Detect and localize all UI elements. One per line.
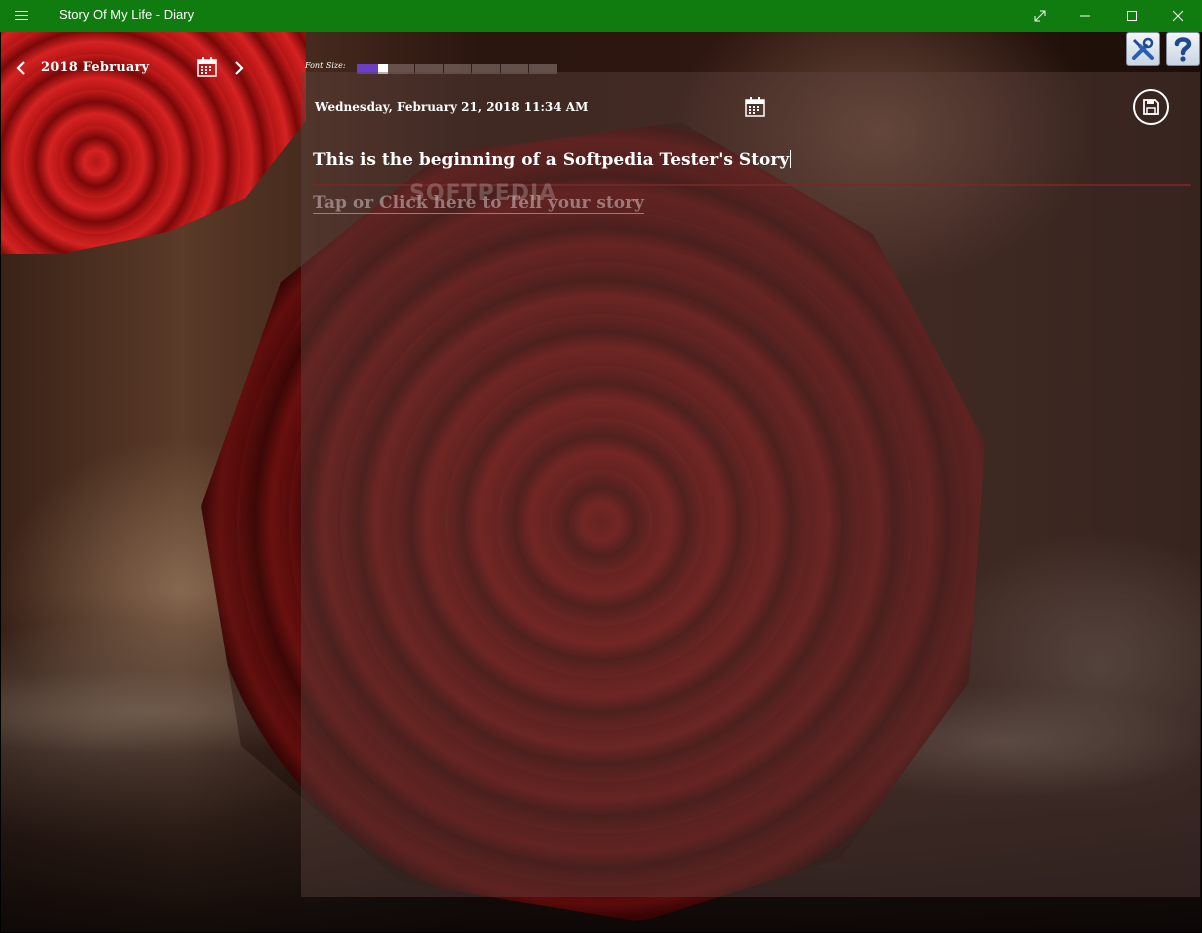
maximize-button[interactable] (1109, 0, 1155, 32)
save-button[interactable] (1133, 89, 1169, 125)
expand-icon (1034, 10, 1046, 22)
save-icon (1143, 99, 1159, 115)
entry-title-input[interactable]: This is the beginning of a Softpedia Tes… (313, 146, 1191, 186)
hamburger-menu-icon[interactable] (10, 8, 38, 24)
month-navigation: 2018 February (0, 56, 300, 82)
close-button[interactable] (1155, 0, 1201, 32)
story-input[interactable]: Tap or Click here to Tell your story (313, 193, 1191, 223)
next-month-button[interactable] (228, 56, 250, 80)
text-caret (790, 150, 792, 168)
chevron-right-icon (235, 61, 244, 75)
month-calendar-button[interactable] (197, 57, 217, 82)
font-size-label: Font Size: (305, 61, 346, 70)
calendar-icon (745, 97, 765, 117)
diary-entry-panel: Wednesday, February 21, 2018 11:34 AM Th… (301, 72, 1200, 897)
maximize-icon (1127, 11, 1137, 21)
previous-month-button[interactable] (10, 56, 32, 80)
close-icon (1172, 10, 1184, 22)
entry-title-text: This is the beginning of a Softpedia Tes… (313, 150, 790, 170)
settings-button[interactable] (1126, 32, 1160, 66)
story-placeholder: Tap or Click here to Tell your story (313, 193, 644, 214)
expand-button[interactable] (1017, 0, 1063, 32)
minimize-button[interactable] (1062, 0, 1108, 32)
entry-date-picker-button[interactable] (745, 97, 765, 122)
entry-date: Wednesday, February 21, 2018 11:34 AM (315, 100, 589, 114)
month-label: 2018 February (41, 60, 150, 75)
tools-icon (1132, 37, 1154, 60)
window-title: Story Of My Life - Diary (59, 7, 195, 22)
minimize-icon (1080, 15, 1090, 17)
chevron-left-icon (16, 61, 25, 75)
title-bar: Story Of My Life - Diary (0, 0, 1202, 32)
help-icon (1174, 37, 1192, 62)
help-button[interactable] (1166, 32, 1200, 66)
calendar-icon (197, 57, 217, 77)
